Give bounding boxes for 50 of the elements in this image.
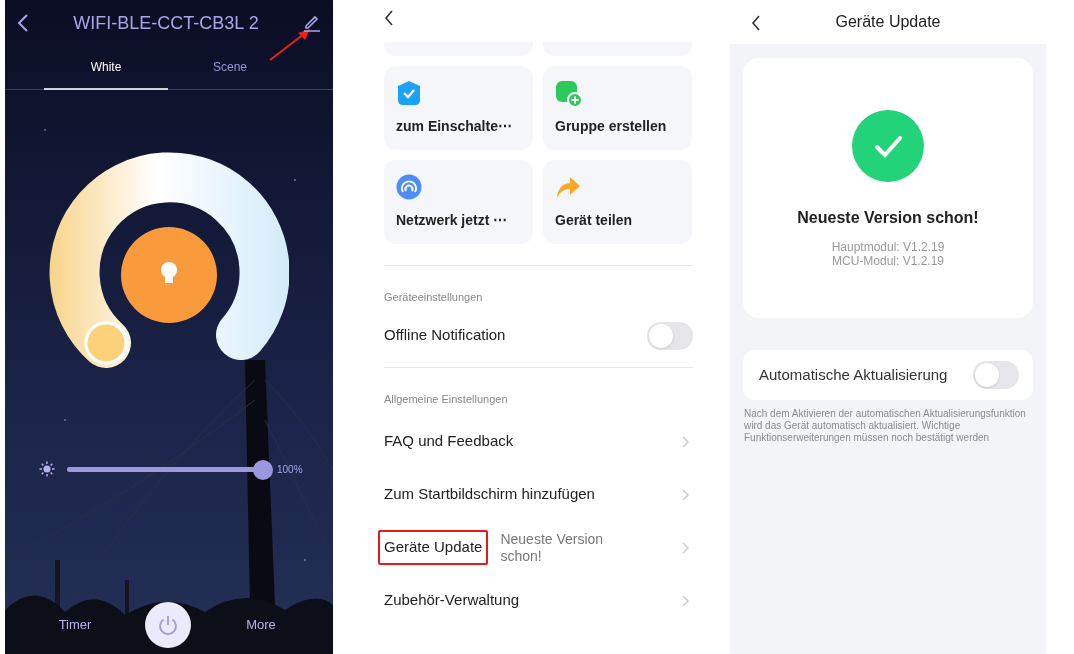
toggle-switch[interactable] bbox=[647, 321, 693, 350]
tile-label: zum Einschalte⋯ bbox=[396, 117, 513, 136]
power-icon bbox=[157, 614, 179, 636]
tile-label: Gerät teilen bbox=[555, 211, 634, 230]
edit-icon[interactable] bbox=[303, 14, 321, 32]
section-heading: Geräteeinstellungen bbox=[384, 290, 484, 305]
more-button[interactable]: More bbox=[191, 615, 331, 635]
setting-label[interactable]: Geräte Update bbox=[378, 530, 489, 565]
note-text: Nach dem Aktivieren der automatischen Aktualisierungsfunktion wird das Gerät automatisch aktualisiert. Wichtige Funktionserweiterungen müssen noch bestätigt werden bbox=[744, 408, 1027, 444]
add-group-icon bbox=[555, 80, 583, 108]
tab[interactable]: Scene bbox=[168, 46, 292, 90]
tile-card[interactable]: zum Einschalte⋯ bbox=[384, 66, 533, 150]
setting-label[interactable]: Zubehör-Verwaltung bbox=[384, 589, 520, 612]
ring-handle[interactable] bbox=[84, 321, 128, 365]
annotation-arrow bbox=[268, 26, 312, 62]
brightness-icon bbox=[39, 461, 55, 477]
chevron-icon bbox=[682, 541, 689, 554]
tile-card[interactable]: Netzwerk jetzt ⋯ bbox=[384, 160, 533, 244]
back-icon[interactable] bbox=[17, 14, 29, 32]
setting-label: Offline Notification bbox=[384, 325, 506, 346]
timer-button[interactable]: Timer bbox=[5, 615, 145, 635]
tile-label: Netzwerk jetzt ⋯ bbox=[396, 211, 509, 230]
setting-label[interactable]: FAQ und Feedback bbox=[384, 430, 514, 453]
tile-card[interactable]: Gruppe erstellen bbox=[543, 66, 692, 150]
tile-label: Gruppe erstellen bbox=[555, 117, 668, 136]
status-text: Neueste Version schon! bbox=[797, 208, 979, 228]
tab[interactable]: White bbox=[44, 46, 168, 90]
back-icon[interactable] bbox=[384, 10, 394, 26]
network-icon bbox=[396, 174, 422, 200]
back-icon[interactable] bbox=[751, 15, 761, 31]
brightness-value: 100% bbox=[277, 462, 303, 477]
share-icon bbox=[555, 174, 581, 200]
device-title: WIFI-BLE-CCT-CB3L 2 bbox=[72, 11, 260, 35]
shield-check-icon bbox=[396, 80, 422, 106]
chevron-icon bbox=[682, 594, 689, 607]
color-temperature-ring[interactable] bbox=[49, 152, 289, 368]
bulb-icon bbox=[161, 262, 177, 283]
version-text: MCU-Modul: V1.2.19 bbox=[831, 254, 944, 268]
chevron-icon bbox=[682, 488, 689, 501]
page-title: Geräte Update bbox=[835, 12, 941, 32]
chevron-icon bbox=[682, 435, 689, 448]
version-text: Hauptmodul: V1.2.19 bbox=[831, 240, 945, 254]
setting-value: Neueste Version schon! bbox=[500, 530, 605, 565]
check-icon bbox=[852, 110, 924, 182]
lamp-button[interactable] bbox=[121, 227, 217, 323]
setting-label[interactable]: Zum Startbildschirm hinzufügen bbox=[384, 483, 595, 506]
tile-card[interactable]: Gerät teilen bbox=[543, 160, 692, 244]
section-heading: Allgemeine Einstellungen bbox=[384, 391, 509, 407]
setting-label: Automatische Aktualisierung bbox=[759, 364, 948, 385]
toggle-switch[interactable] bbox=[973, 361, 1019, 389]
